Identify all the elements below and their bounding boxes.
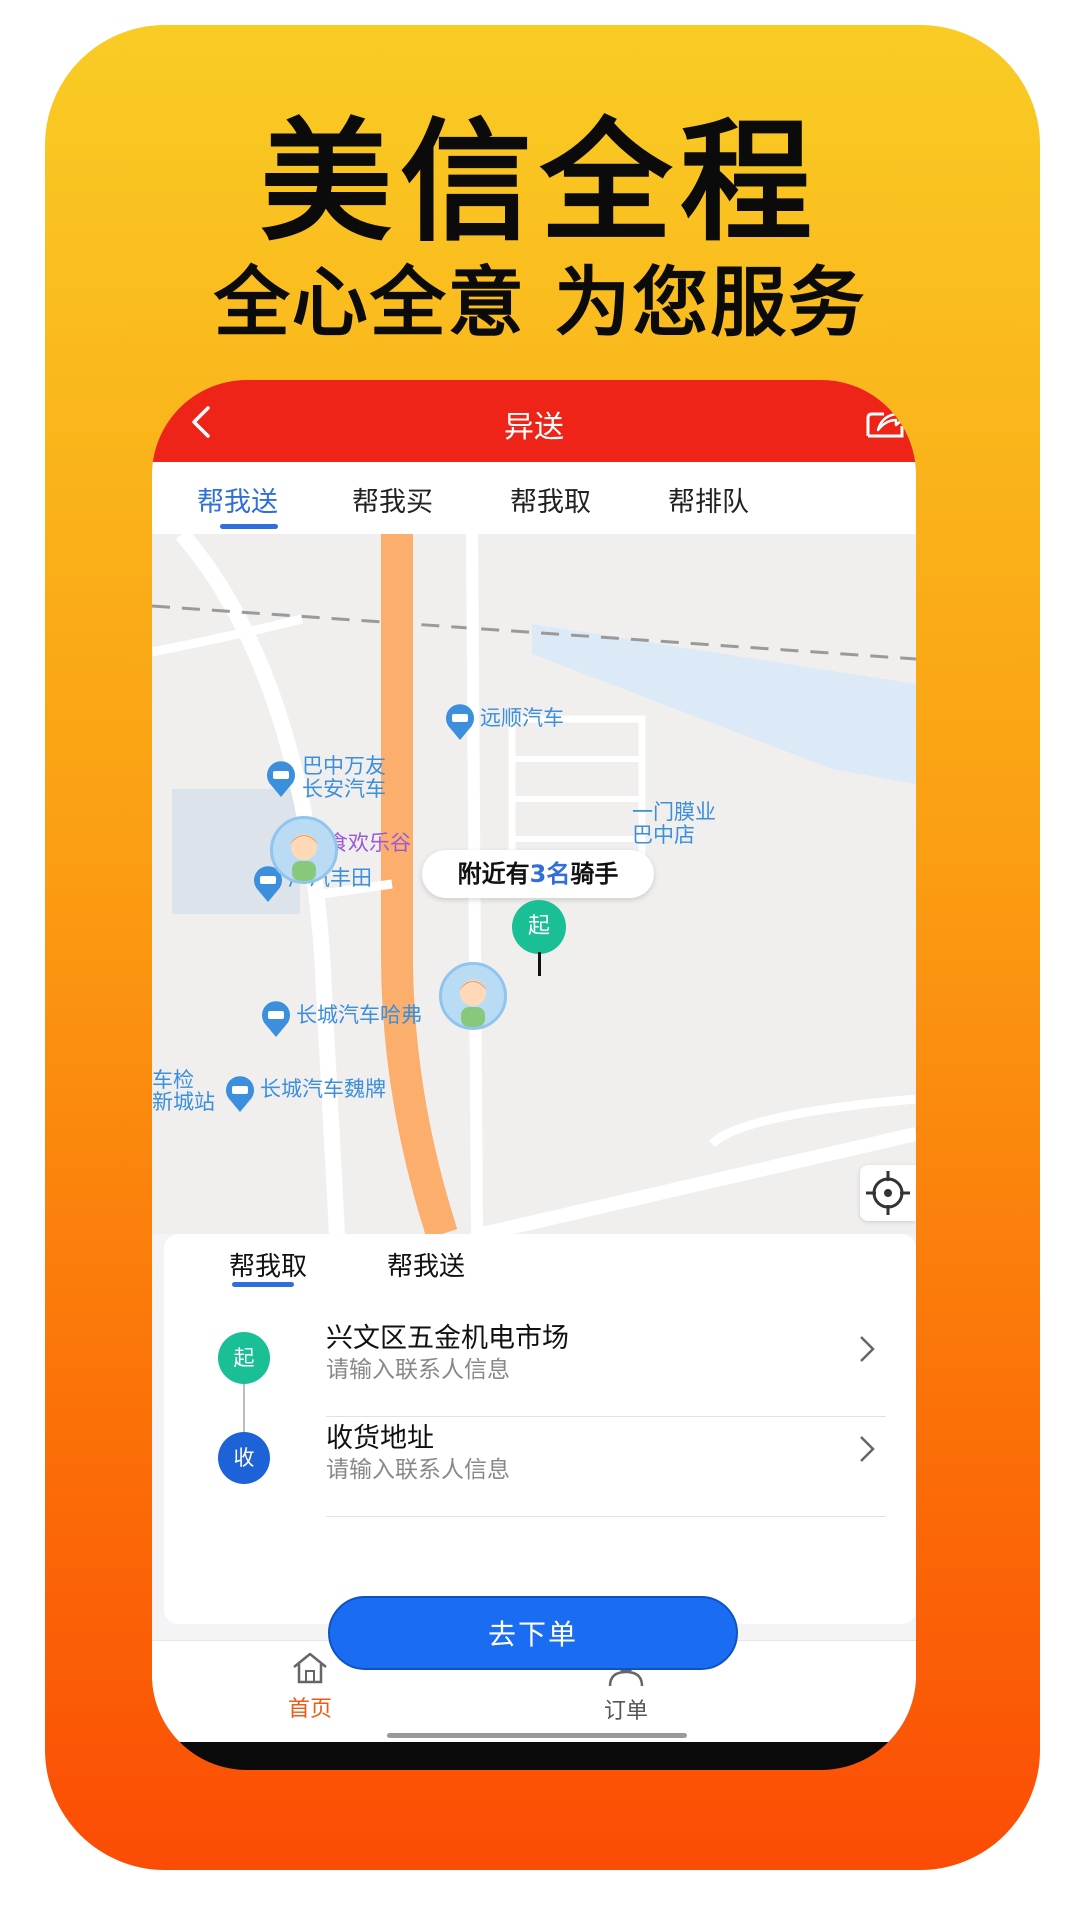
- locate-button[interactable]: [860, 1165, 916, 1221]
- card-tab-bang-wo-qu[interactable]: 帮我取: [229, 1246, 307, 1283]
- title-bar: 异送: [152, 380, 916, 462]
- dropoff-contact-placeholder: 请输入联系人信息: [326, 1457, 510, 1483]
- tab-bang-wo-mai[interactable]: 帮我买: [352, 480, 433, 519]
- divider: [326, 1516, 886, 1517]
- tab-bang-wo-song[interactable]: 帮我送: [197, 480, 278, 519]
- rider-avatar: [270, 816, 338, 884]
- rider-avatar: [439, 962, 507, 1030]
- dropoff-row[interactable]: 收 收货地址 请输入联系人信息: [164, 1404, 916, 1524]
- home-icon: [293, 1652, 327, 1684]
- car-pin-icon: [226, 1076, 254, 1112]
- poi-label: 长城汽车魏牌: [260, 1077, 386, 1101]
- poi-label: 车检: [152, 1068, 194, 1092]
- riders-suffix: 骑手: [570, 860, 619, 888]
- phone-mockup: 异送 帮我送 帮我买 帮我取 帮排队 远顺汽车 巴中万友 长安汽车 一门膜业 巴…: [152, 380, 916, 1770]
- card-tab-bang-wo-song[interactable]: 帮我送: [387, 1246, 465, 1283]
- riders-prefix: 附近有: [457, 860, 530, 888]
- service-tabs: 帮我送 帮我买 帮我取 帮排队: [152, 462, 916, 534]
- rider-face-icon: [459, 980, 487, 1027]
- rider-face-icon: [290, 834, 318, 881]
- tab-bang-wo-qu[interactable]: 帮我取: [510, 480, 591, 519]
- app-screen: 异送 帮我送 帮我买 帮我取 帮排队 远顺汽车 巴中万友 长安汽车 一门膜业 巴…: [152, 380, 916, 1742]
- start-marker-stem: [538, 952, 541, 976]
- car-pin-icon: [262, 1001, 290, 1037]
- pickup-contact-placeholder: 请输入联系人信息: [326, 1357, 510, 1383]
- poi-label: 长城汽车哈弗: [296, 1003, 422, 1027]
- car-pin-icon: [446, 704, 474, 740]
- nav-home-label: 首页: [287, 1697, 332, 1722]
- card-tab-indicator: [232, 1282, 294, 1287]
- pickup-marker: 起: [218, 1332, 270, 1384]
- poi-label: 一门膜业: [632, 800, 716, 824]
- tab-bang-pai-dui[interactable]: 帮排队: [668, 480, 749, 519]
- poi-label: 巴中店: [632, 823, 695, 847]
- poi-label: 远顺汽车: [480, 706, 564, 730]
- riders-count: 3名: [529, 860, 571, 888]
- promo-headline: 美信全程: [260, 106, 820, 260]
- chevron-right-icon: [860, 1436, 875, 1462]
- dropoff-marker: 收: [218, 1432, 270, 1484]
- home-indicator: [387, 1733, 687, 1738]
- crosshair-icon: [866, 1171, 910, 1215]
- map-view[interactable]: 远顺汽车 巴中万友 长安汽车 一门膜业 巴中店 食欢乐谷 广汽丰田 长城汽车哈弗…: [152, 534, 916, 1234]
- poi-label: 长安汽车: [302, 777, 386, 801]
- start-marker: 起: [512, 900, 566, 954]
- nav-orders-label: 订单: [603, 1699, 648, 1724]
- poi-label: 新城站: [152, 1090, 215, 1114]
- order-card: 帮我取 帮我送 起 兴文区五金机电市场 请输入联系人信息 收 收货地址 请输入联…: [164, 1234, 916, 1624]
- promo-subheadline: 全心全意 为您服务: [213, 258, 867, 347]
- chevron-right-icon: [860, 1336, 875, 1362]
- poi-label: 巴中万友: [302, 754, 386, 778]
- car-pin-icon: [267, 761, 295, 797]
- poi-label: 食欢乐谷: [327, 831, 411, 855]
- active-tab-indicator: [220, 524, 278, 529]
- nearby-riders-bubble: 附近有3名骑手: [422, 850, 654, 898]
- place-order-button[interactable]: 去下单: [328, 1596, 738, 1670]
- share-icon[interactable]: [864, 404, 906, 440]
- page-title: 异送: [504, 410, 564, 445]
